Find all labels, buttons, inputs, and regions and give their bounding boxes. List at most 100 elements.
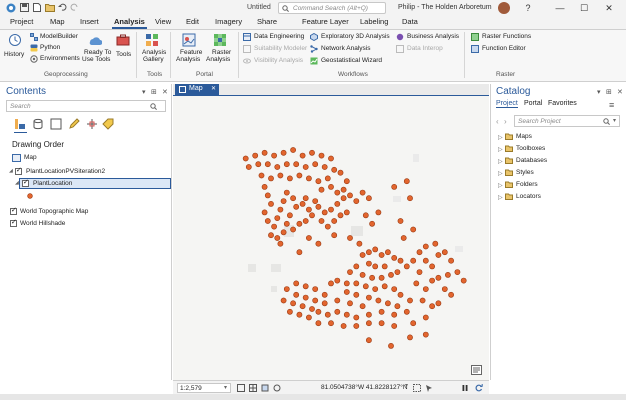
plant-location-point[interactable] [328, 184, 334, 190]
list-by-selection-icon[interactable] [50, 118, 62, 130]
catalog-item-databases[interactable]: Databases [516, 157, 547, 164]
avatar[interactable] [498, 2, 510, 14]
dropdown-chevron-icon[interactable]: ▾ [405, 382, 408, 389]
plant-location-point[interactable] [283, 286, 290, 292]
plant-location-point[interactable] [359, 303, 366, 310]
data-engineering-button[interactable]: Data Engineering [254, 33, 304, 40]
plant-location-point[interactable] [280, 149, 287, 156]
plant-location-point[interactable] [347, 269, 353, 275]
plant-location-point[interactable] [460, 277, 467, 284]
plant-location-point[interactable] [378, 274, 385, 281]
plant-location-point[interactable] [242, 155, 249, 162]
plant-location-point[interactable] [331, 218, 338, 224]
list-by-data-source-icon[interactable] [32, 118, 44, 130]
plant-location-point[interactable] [448, 257, 454, 264]
tab-data[interactable]: Data [400, 17, 420, 26]
tab-analysis[interactable]: Analysis [112, 17, 147, 29]
plant-location-point[interactable] [328, 155, 334, 162]
plant-location-point[interactable] [343, 178, 350, 185]
map-notes-icon[interactable] [471, 365, 482, 375]
plant-location-point[interactable] [290, 226, 296, 233]
plant-location-point[interactable] [287, 212, 293, 219]
analysis-gallery-button[interactable]: Analysis [142, 49, 166, 56]
raster-functions-button[interactable]: Raster Functions [482, 33, 531, 40]
plant-location-point[interactable] [296, 172, 303, 179]
plant-location-point[interactable] [331, 166, 338, 173]
plant-location-point[interactable] [391, 286, 398, 292]
plant-location-point[interactable] [302, 195, 309, 202]
pane-options-icon[interactable]: ▾ [597, 88, 601, 96]
plant-location-point[interactable] [318, 218, 325, 224]
plant-location-point[interactable] [435, 252, 442, 258]
plant-location-point[interactable] [321, 209, 328, 216]
plant-location-point[interactable] [274, 164, 281, 170]
plant-location-point[interactable] [293, 161, 300, 168]
plant-location-point[interactable] [375, 209, 382, 216]
plant-location-point[interactable] [296, 249, 303, 256]
expand-arrow-icon[interactable]: ◢ [9, 168, 13, 174]
plant-location-point[interactable] [302, 218, 309, 224]
minimize-button[interactable]: — [552, 2, 568, 14]
plant-location-point[interactable] [315, 178, 322, 185]
plant-location-point[interactable] [290, 147, 296, 153]
plant-location-point[interactable] [280, 229, 287, 236]
layer-visibility-checkbox[interactable] [22, 178, 29, 187]
plant-location-point[interactable] [369, 274, 375, 281]
pause-drawing-icon[interactable] [461, 384, 469, 392]
pin-icon[interactable]: ⊞ [151, 88, 157, 96]
plant-location-point[interactable] [343, 311, 350, 318]
plant-location-point[interactable] [280, 198, 287, 204]
plant-location-point[interactable] [353, 314, 360, 321]
plant-location-point[interactable] [328, 320, 334, 327]
catalog-item-folders[interactable]: Folders [516, 181, 538, 188]
plant-location-point[interactable] [309, 149, 315, 156]
expand-arrow-icon[interactable]: ◢ [15, 180, 19, 186]
plant-location-point[interactable] [318, 152, 325, 159]
plant-location-point[interactable] [302, 164, 309, 170]
plant-location-point[interactable] [353, 280, 360, 287]
plant-location-point[interactable] [378, 252, 385, 258]
plant-location-point[interactable] [252, 152, 259, 159]
history-button[interactable]: History [4, 51, 24, 58]
plant-location-point[interactable] [305, 175, 312, 182]
plant-location-point[interactable] [372, 246, 379, 253]
plant-location-point[interactable] [299, 201, 306, 207]
function-editor-button[interactable]: Function Editor [482, 45, 526, 52]
plant-location-point[interactable] [271, 223, 277, 230]
close-pane-icon[interactable]: ✕ [617, 88, 623, 96]
maximize-button[interactable]: ☐ [576, 2, 592, 14]
undo-icon[interactable] [58, 3, 67, 12]
plant-location-point[interactable] [397, 257, 404, 264]
plant-location-point[interactable] [312, 297, 319, 304]
redo-icon[interactable] [70, 3, 79, 12]
save-icon[interactable] [20, 3, 29, 12]
plant-location-point[interactable] [365, 311, 372, 318]
plant-location-point[interactable] [359, 271, 366, 278]
plant-location-point[interactable] [296, 311, 303, 318]
ready-to-use-tools-button[interactable]: Ready To [84, 49, 111, 56]
plant-location-point[interactable] [378, 308, 385, 315]
layer-world-topographic-map[interactable]: World Topographic Map [20, 208, 88, 215]
plant-location-point[interactable] [365, 195, 372, 202]
plant-location-point[interactable] [312, 286, 319, 292]
tab-view[interactable]: View [153, 17, 173, 26]
plant-location-point[interactable] [410, 257, 417, 264]
plant-location-point[interactable] [264, 192, 271, 199]
forward-icon[interactable]: › [504, 117, 507, 126]
history-icon[interactable] [8, 33, 22, 47]
python-button[interactable]: Python [40, 44, 60, 51]
expand-chevron-icon[interactable]: ▷ [498, 158, 503, 165]
plant-location-point[interactable] [444, 271, 451, 278]
plant-location-points[interactable] [242, 147, 467, 349]
plant-location-point[interactable] [403, 178, 410, 185]
plant-location-point[interactable] [299, 303, 306, 310]
exploratory-3d-analysis-button[interactable]: Exploratory 3D Analysis [321, 33, 390, 40]
plant-location-point[interactable] [422, 257, 429, 264]
list-by-drawing-order-icon[interactable] [14, 118, 26, 130]
plant-location-point[interactable] [372, 263, 379, 270]
pin-icon[interactable]: ⊞ [606, 88, 612, 96]
plant-location-point[interactable] [287, 175, 293, 182]
plant-location-point[interactable] [441, 286, 448, 292]
plant-location-point[interactable] [312, 161, 319, 168]
layer-plantlocation[interactable]: PlantLocation [33, 180, 72, 187]
